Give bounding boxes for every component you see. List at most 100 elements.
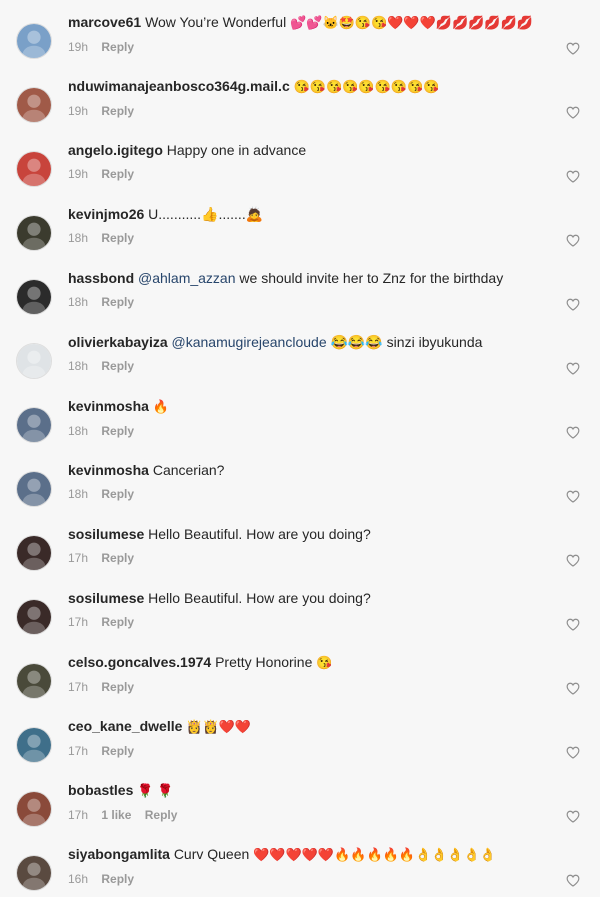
comment-username[interactable]: bobastles [68, 782, 133, 798]
comment-row: sosilumese Hello Beautiful. How are you … [0, 576, 600, 640]
comment-username[interactable]: angelo.igitego [68, 142, 163, 158]
comment-username[interactable]: olivierkabayiza [68, 334, 168, 350]
heart-outline-icon[interactable] [566, 746, 580, 759]
comment-mention[interactable]: @kanamugirejeancloude [172, 334, 327, 350]
comment-row: hassbond @ahlam_azzan we should invite h… [0, 256, 600, 320]
heart-outline-icon[interactable] [566, 810, 580, 823]
comment-time: 17h [68, 615, 89, 629]
reply-button[interactable]: Reply [101, 551, 134, 565]
reply-button[interactable]: Reply [101, 615, 134, 629]
comment-time: 17h [68, 808, 89, 822]
heart-outline-icon[interactable] [566, 362, 580, 375]
comment-username[interactable]: nduwimanajeanbosco364g.mail.c [68, 78, 290, 94]
heart-outline-icon[interactable] [566, 874, 580, 887]
reply-button[interactable]: Reply [145, 808, 178, 822]
comment-line: kevinmosha 🔥 [68, 397, 600, 416]
comment-row: ceo_kane_dwelle 👸👸❤️❤️ 17h Reply [0, 704, 600, 768]
comment-username[interactable]: kevinmosha [68, 462, 149, 478]
avatar[interactable] [16, 87, 52, 123]
comment-row: kevinjmo26 U...........👍.......🙇 18h Rep… [0, 192, 600, 256]
heart-outline-icon[interactable] [566, 42, 580, 55]
heart-outline-icon[interactable] [566, 682, 580, 695]
comment-username[interactable]: marcove61 [68, 14, 141, 30]
comment-likes[interactable]: 1 like [101, 808, 131, 822]
reply-button[interactable]: Reply [101, 40, 134, 54]
comment-meta: 18h Reply [68, 424, 600, 438]
avatar[interactable] [16, 215, 52, 251]
comment-line: hassbond @ahlam_azzan we should invite h… [68, 269, 600, 287]
heart-outline-icon[interactable] [566, 554, 580, 567]
comment-text: Happy one in advance [166, 142, 307, 158]
comment-line: kevinmosha Cancerian? [68, 461, 600, 479]
comment-username[interactable]: celso.goncalves.1974 [68, 654, 211, 670]
comment-username[interactable]: sosilumese [68, 526, 144, 542]
heart-outline-icon[interactable] [566, 490, 580, 503]
avatar[interactable] [16, 407, 52, 443]
comment-time: 19h [68, 104, 89, 118]
reply-button[interactable]: Reply [101, 104, 134, 118]
reply-button[interactable]: Reply [101, 231, 134, 245]
avatar[interactable] [16, 23, 52, 59]
comment-text: Hello Beautiful. How are you doing? [148, 526, 371, 542]
comment-username[interactable]: siyabongamlita [68, 846, 170, 862]
comment-emojis: 🔥 [152, 399, 170, 414]
comment-row: kevinmosha 🔥 18h Reply [0, 384, 600, 448]
comment-meta: 19h Reply [68, 40, 600, 54]
comment-meta: 18h Reply [68, 295, 600, 309]
comment-text: Wow You’re Wonderful [145, 14, 287, 30]
comment-line: marcove61 Wow You’re Wonderful 💕💕🐱🤩😘😘❤️❤… [68, 13, 600, 32]
heart-outline-icon[interactable] [566, 234, 580, 247]
heart-outline-icon[interactable] [566, 298, 580, 311]
comment-time: 18h [68, 231, 89, 245]
comment-row: olivierkabayiza @kanamugirejeancloude 😂😂… [0, 320, 600, 384]
reply-button[interactable]: Reply [101, 872, 134, 886]
comment-row: siyabongamlita Curv Queen ❤️❤️❤️❤️❤️🔥🔥🔥🔥… [0, 832, 600, 896]
comment-time: 19h [68, 167, 89, 181]
comment-username[interactable]: hassbond [68, 270, 134, 286]
comment-username[interactable]: ceo_kane_dwelle [68, 718, 182, 734]
comment-line: kevinjmo26 U...........👍.......🙇 [68, 205, 600, 223]
comment-text: we should invite her to Znz for the birt… [239, 270, 504, 286]
avatar[interactable] [16, 279, 52, 315]
comment-text: Cancerian? [152, 462, 225, 478]
comment-list: marcove61 Wow You’re Wonderful 💕💕🐱🤩😘😘❤️❤… [0, 0, 600, 896]
comment-mention[interactable]: @ahlam_azzan [138, 270, 236, 286]
avatar[interactable] [16, 727, 52, 763]
avatar[interactable] [16, 151, 52, 187]
avatar[interactable] [16, 535, 52, 571]
comment-emojis: 😘 [316, 655, 333, 670]
avatar[interactable] [16, 471, 52, 507]
comment-time: 17h [68, 680, 89, 694]
avatar[interactable] [16, 663, 52, 699]
heart-outline-icon[interactable] [566, 106, 580, 119]
comment-row: marcove61 Wow You’re Wonderful 💕💕🐱🤩😘😘❤️❤… [0, 0, 600, 64]
comment-username[interactable]: kevinjmo26 [68, 206, 144, 222]
comment-row: angelo.igitego Happy one in advance 19h … [0, 128, 600, 192]
comment-time: 18h [68, 295, 89, 309]
comment-username[interactable]: sosilumese [68, 590, 144, 606]
reply-button[interactable]: Reply [101, 680, 134, 694]
reply-button[interactable]: Reply [101, 295, 134, 309]
reply-button[interactable]: Reply [101, 744, 134, 758]
avatar[interactable] [16, 599, 52, 635]
comment-meta: 18h Reply [68, 487, 600, 501]
comment-time: 18h [68, 487, 89, 501]
comment-emojis: 👸👸❤️❤️ [186, 719, 252, 734]
comment-username[interactable]: kevinmosha [68, 398, 149, 414]
comment-meta: 19h Reply [68, 167, 600, 181]
comment-line: sosilumese Hello Beautiful. How are you … [68, 589, 600, 607]
heart-outline-icon[interactable] [566, 618, 580, 631]
reply-button[interactable]: Reply [101, 487, 134, 501]
reply-button[interactable]: Reply [101, 359, 134, 373]
heart-outline-icon[interactable] [566, 170, 580, 183]
reply-button[interactable]: Reply [101, 167, 134, 181]
avatar[interactable] [16, 855, 52, 891]
avatar[interactable] [16, 791, 52, 827]
comment-row: kevinmosha Cancerian? 18h Reply [0, 448, 600, 512]
comment-row: nduwimanajeanbosco364g.mail.c 😘😘😘😘😘😘😘😘😘 … [0, 64, 600, 128]
comment-meta: 17h Reply [68, 551, 600, 565]
avatar[interactable] [16, 343, 52, 379]
heart-outline-icon[interactable] [566, 426, 580, 439]
reply-button[interactable]: Reply [101, 424, 134, 438]
comment-meta: 18h Reply [68, 231, 600, 245]
